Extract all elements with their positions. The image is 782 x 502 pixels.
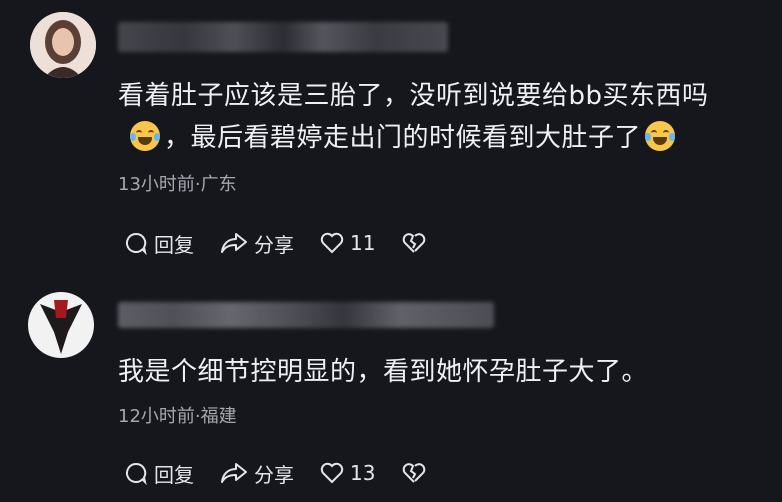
laughing-tears-emoji-icon xyxy=(645,121,676,151)
share-icon xyxy=(221,233,247,253)
dislike-button[interactable] xyxy=(401,232,427,254)
dislike-button[interactable] xyxy=(401,462,427,484)
comment-text: 我是个细节控明显的，看到她怀孕肚子大了。 xyxy=(118,357,649,387)
share-label: 分享 xyxy=(254,462,294,487)
share-icon xyxy=(221,463,247,483)
reply-label: 回复 xyxy=(154,462,194,487)
reply-button[interactable]: 回复 xyxy=(124,229,194,258)
like-button[interactable]: 13 xyxy=(320,461,375,485)
like-button[interactable]: 11 xyxy=(320,231,375,255)
share-label: 分享 xyxy=(254,232,294,257)
reply-icon xyxy=(125,232,147,255)
comment-actions: 回复 分享 13 xyxy=(124,456,453,490)
heart-icon xyxy=(320,232,344,254)
comment-text-line2: ，最后看碧婷走出门的时候看到大肚子了 xyxy=(126,116,679,160)
laughing-tears-emoji-icon xyxy=(130,121,160,151)
like-count: 13 xyxy=(350,461,376,485)
share-button[interactable]: 分享 xyxy=(220,459,294,488)
reply-button[interactable]: 回复 xyxy=(124,459,194,488)
avatar[interactable] xyxy=(28,292,94,358)
comment-text: 看着肚子应该是三胎了，没听到说要给bb买东西吗 xyxy=(118,81,709,111)
reply-label: 回复 xyxy=(154,232,194,257)
heart-icon xyxy=(320,462,344,484)
comment-item: 看着肚子应该是三胎了，没听到说要给bb买东西吗 ，最后看碧婷走出门的时候看到大肚… xyxy=(0,0,782,270)
comment-actions: 回复 分享 11 xyxy=(124,226,453,260)
like-count: 11 xyxy=(350,231,376,255)
broken-heart-icon xyxy=(403,463,426,483)
username-blurred[interactable] xyxy=(118,302,494,328)
comment-meta: 13小时前·广东 xyxy=(118,174,237,195)
broken-heart-icon xyxy=(403,233,426,253)
comment-meta: 12小时前·福建 xyxy=(118,406,237,427)
avatar[interactable] xyxy=(30,12,96,78)
share-button[interactable]: 分享 xyxy=(220,229,294,258)
comment-item: 我是个细节控明显的，看到她怀孕肚子大了。 12小时前·福建 回复 分享 13 xyxy=(0,282,782,502)
reply-icon xyxy=(125,462,147,485)
comment-text-continued: ，最后看碧婷走出门的时候看到大肚子了 xyxy=(164,123,642,153)
username-blurred[interactable] xyxy=(118,22,448,52)
